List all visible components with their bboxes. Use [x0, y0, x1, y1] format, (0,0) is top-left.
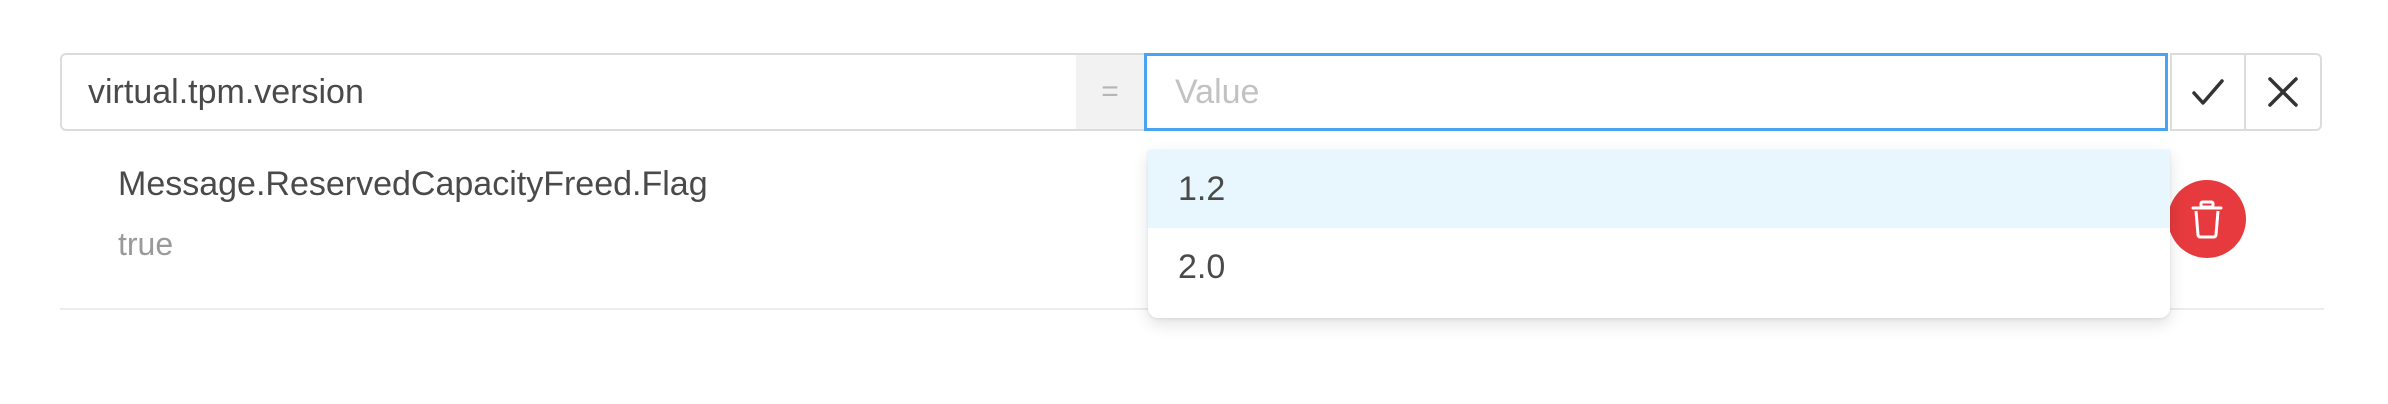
confirm-button[interactable] — [2170, 53, 2246, 131]
suggestion-option[interactable]: 1.2 — [1148, 150, 2170, 228]
close-icon — [2268, 77, 2298, 107]
delete-entry-button[interactable] — [2168, 180, 2246, 258]
equals-label: = — [1101, 75, 1119, 108]
key-input-text: virtual.tpm.version — [88, 72, 364, 111]
key-value-editor: virtual.tpm.version = — [60, 53, 2324, 131]
suggestion-option[interactable]: 2.0 — [1148, 228, 2170, 306]
entry-row: Message.ReservedCapacityFreed.Flag true — [118, 160, 708, 266]
value-suggestions-dropdown: 1.2 2.0 — [1148, 150, 2170, 318]
cancel-button[interactable] — [2246, 53, 2322, 131]
equals-separator: = — [1076, 53, 1144, 131]
trash-icon — [2191, 200, 2223, 239]
entry-key: Message.ReservedCapacityFreed.Flag — [118, 165, 708, 203]
entry-value: true — [118, 226, 174, 262]
value-input[interactable] — [1144, 53, 2168, 131]
suggestion-label: 1.2 — [1178, 169, 1226, 208]
check-icon — [2192, 79, 2224, 105]
key-input[interactable]: virtual.tpm.version — [60, 53, 1076, 131]
suggestion-label: 2.0 — [1178, 247, 1226, 286]
